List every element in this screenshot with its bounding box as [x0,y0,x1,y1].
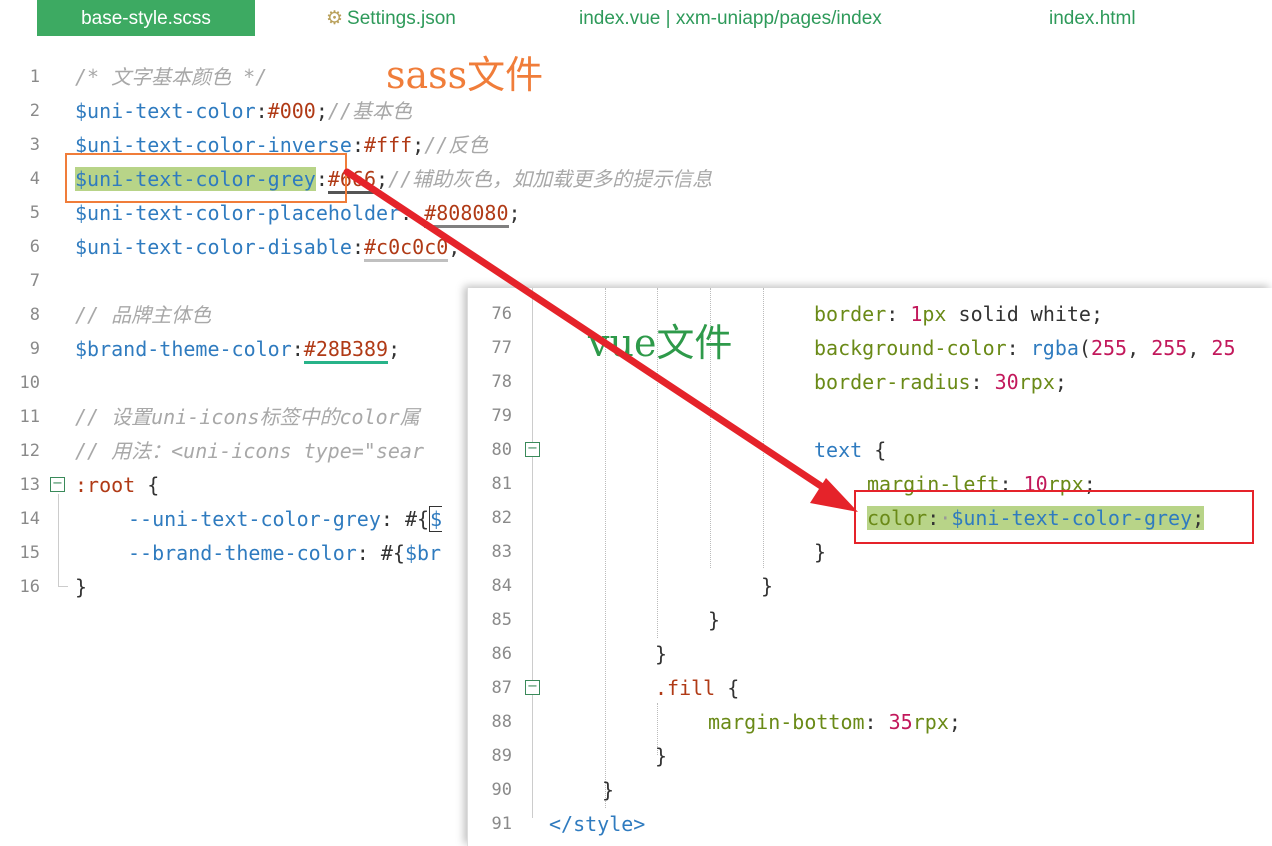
code-line-14: --uni-text-color-grey: #{$ [128,506,443,532]
code-line-85: } [708,608,721,632]
code-line-80: text { [814,438,887,462]
code-line-77: background-color: rgba(255, 255, 25 [814,336,1236,360]
line-number: 80 [491,440,512,460]
line-number: 83 [491,542,512,562]
sass-file-annotation: sass文件 [386,53,544,97]
tab-base-style-scss[interactable]: base-style.scss [37,0,255,36]
line-number: 3 [29,135,40,155]
tab-index-html[interactable]: index.html [1049,0,1136,36]
line-number: 16 [19,577,40,597]
tab-index-vue[interactable]: index.vue | xxm-uniapp/pages/index [579,0,882,36]
tab-label: index.vue | xxm-uniapp/pages/index [579,8,882,29]
code-line-90: } [602,778,615,802]
line-number: 76 [491,304,512,324]
code-line-86: } [655,642,668,666]
code-line-12: // 用法：<uni-icons type="sear [75,439,424,463]
line-number: 79 [491,406,512,426]
line-number: 86 [491,644,512,664]
editor-tab-bar: base-style.scss ⚙ Settings.json index.vue… [0,0,1272,40]
fold-guide [532,288,533,818]
line-number: 85 [491,610,512,630]
gear-icon: ⚙ [326,8,344,29]
line-number: 88 [491,712,512,732]
line-number: 9 [29,339,40,359]
line-number: 81 [491,474,512,494]
line-number: 14 [19,509,40,529]
code-line-11: // 设置uni-icons标签中的color属 [75,405,420,429]
code-line-6: $uni-text-color-disable:#c0c0c0; [75,230,460,264]
vue-file-annotation: vue文件 [588,321,733,365]
vue-editor-popup[interactable]: 76 77 78 79 80 81 82 83 84 85 86 87 88 8… [467,288,1272,846]
line-number: 8 [29,305,40,325]
tab-label: base-style.scss [81,8,211,29]
line-number: 82 [491,508,512,528]
tab-label: index.html [1049,8,1136,29]
line-number: 89 [491,746,512,766]
fold-guide [58,494,59,586]
vue-usage-callout-box [854,490,1254,544]
tab-settings-json[interactable]: ⚙ Settings.json [326,0,456,36]
line-number: 5 [29,203,40,223]
line-number: 10 [19,373,40,393]
code-line-78: border-radius: 30rpx; [814,370,1067,394]
tab-label: Settings.json [347,8,456,29]
line-number: 91 [491,814,512,834]
code-line-88: margin-bottom: 35rpx; [708,710,961,734]
code-line-13: :root { [75,473,160,497]
line-number: 4 [29,169,40,189]
line-number: 78 [491,372,512,392]
line-number: 13 [19,475,40,495]
code-line-89: } [655,744,668,768]
code-line-84: } [761,574,774,598]
code-line-8: // 品牌主体色 [75,303,212,327]
line-number: 77 [491,338,512,358]
fold-toggle-icon[interactable]: − [50,477,65,492]
code-line-91: </style> [549,812,646,836]
line-number: 11 [19,407,40,427]
code-line-83: } [814,540,827,564]
code-line-9: $brand-theme-color:#28B389; [75,332,400,366]
fold-guide-end [58,586,68,587]
line-number: 12 [19,441,40,461]
code-line-76: border: 1px solid white; [814,302,1104,326]
code-line-87: .fill { [655,676,740,700]
line-number: 90 [491,780,512,800]
fold-toggle-icon[interactable]: − [525,680,540,695]
fold-toggle-icon[interactable]: − [525,442,540,457]
code-line-1: /* 文字基本颜色 */ [75,65,268,89]
line-number: 15 [19,543,40,563]
line-number: 84 [491,576,512,596]
code-line-2: $uni-text-color:#000;//基本色 [75,99,412,123]
line-number: 87 [491,678,512,698]
line-number: 1 [29,67,40,87]
line-number: 7 [29,271,40,291]
line-number: 6 [29,237,40,257]
indent-guide [763,288,764,568]
code-line-15: --brand-theme-color: #{$br [128,541,442,565]
code-line-16: } [75,575,88,599]
line-number: 2 [29,101,40,121]
sass-variable-callout-box [65,153,347,203]
